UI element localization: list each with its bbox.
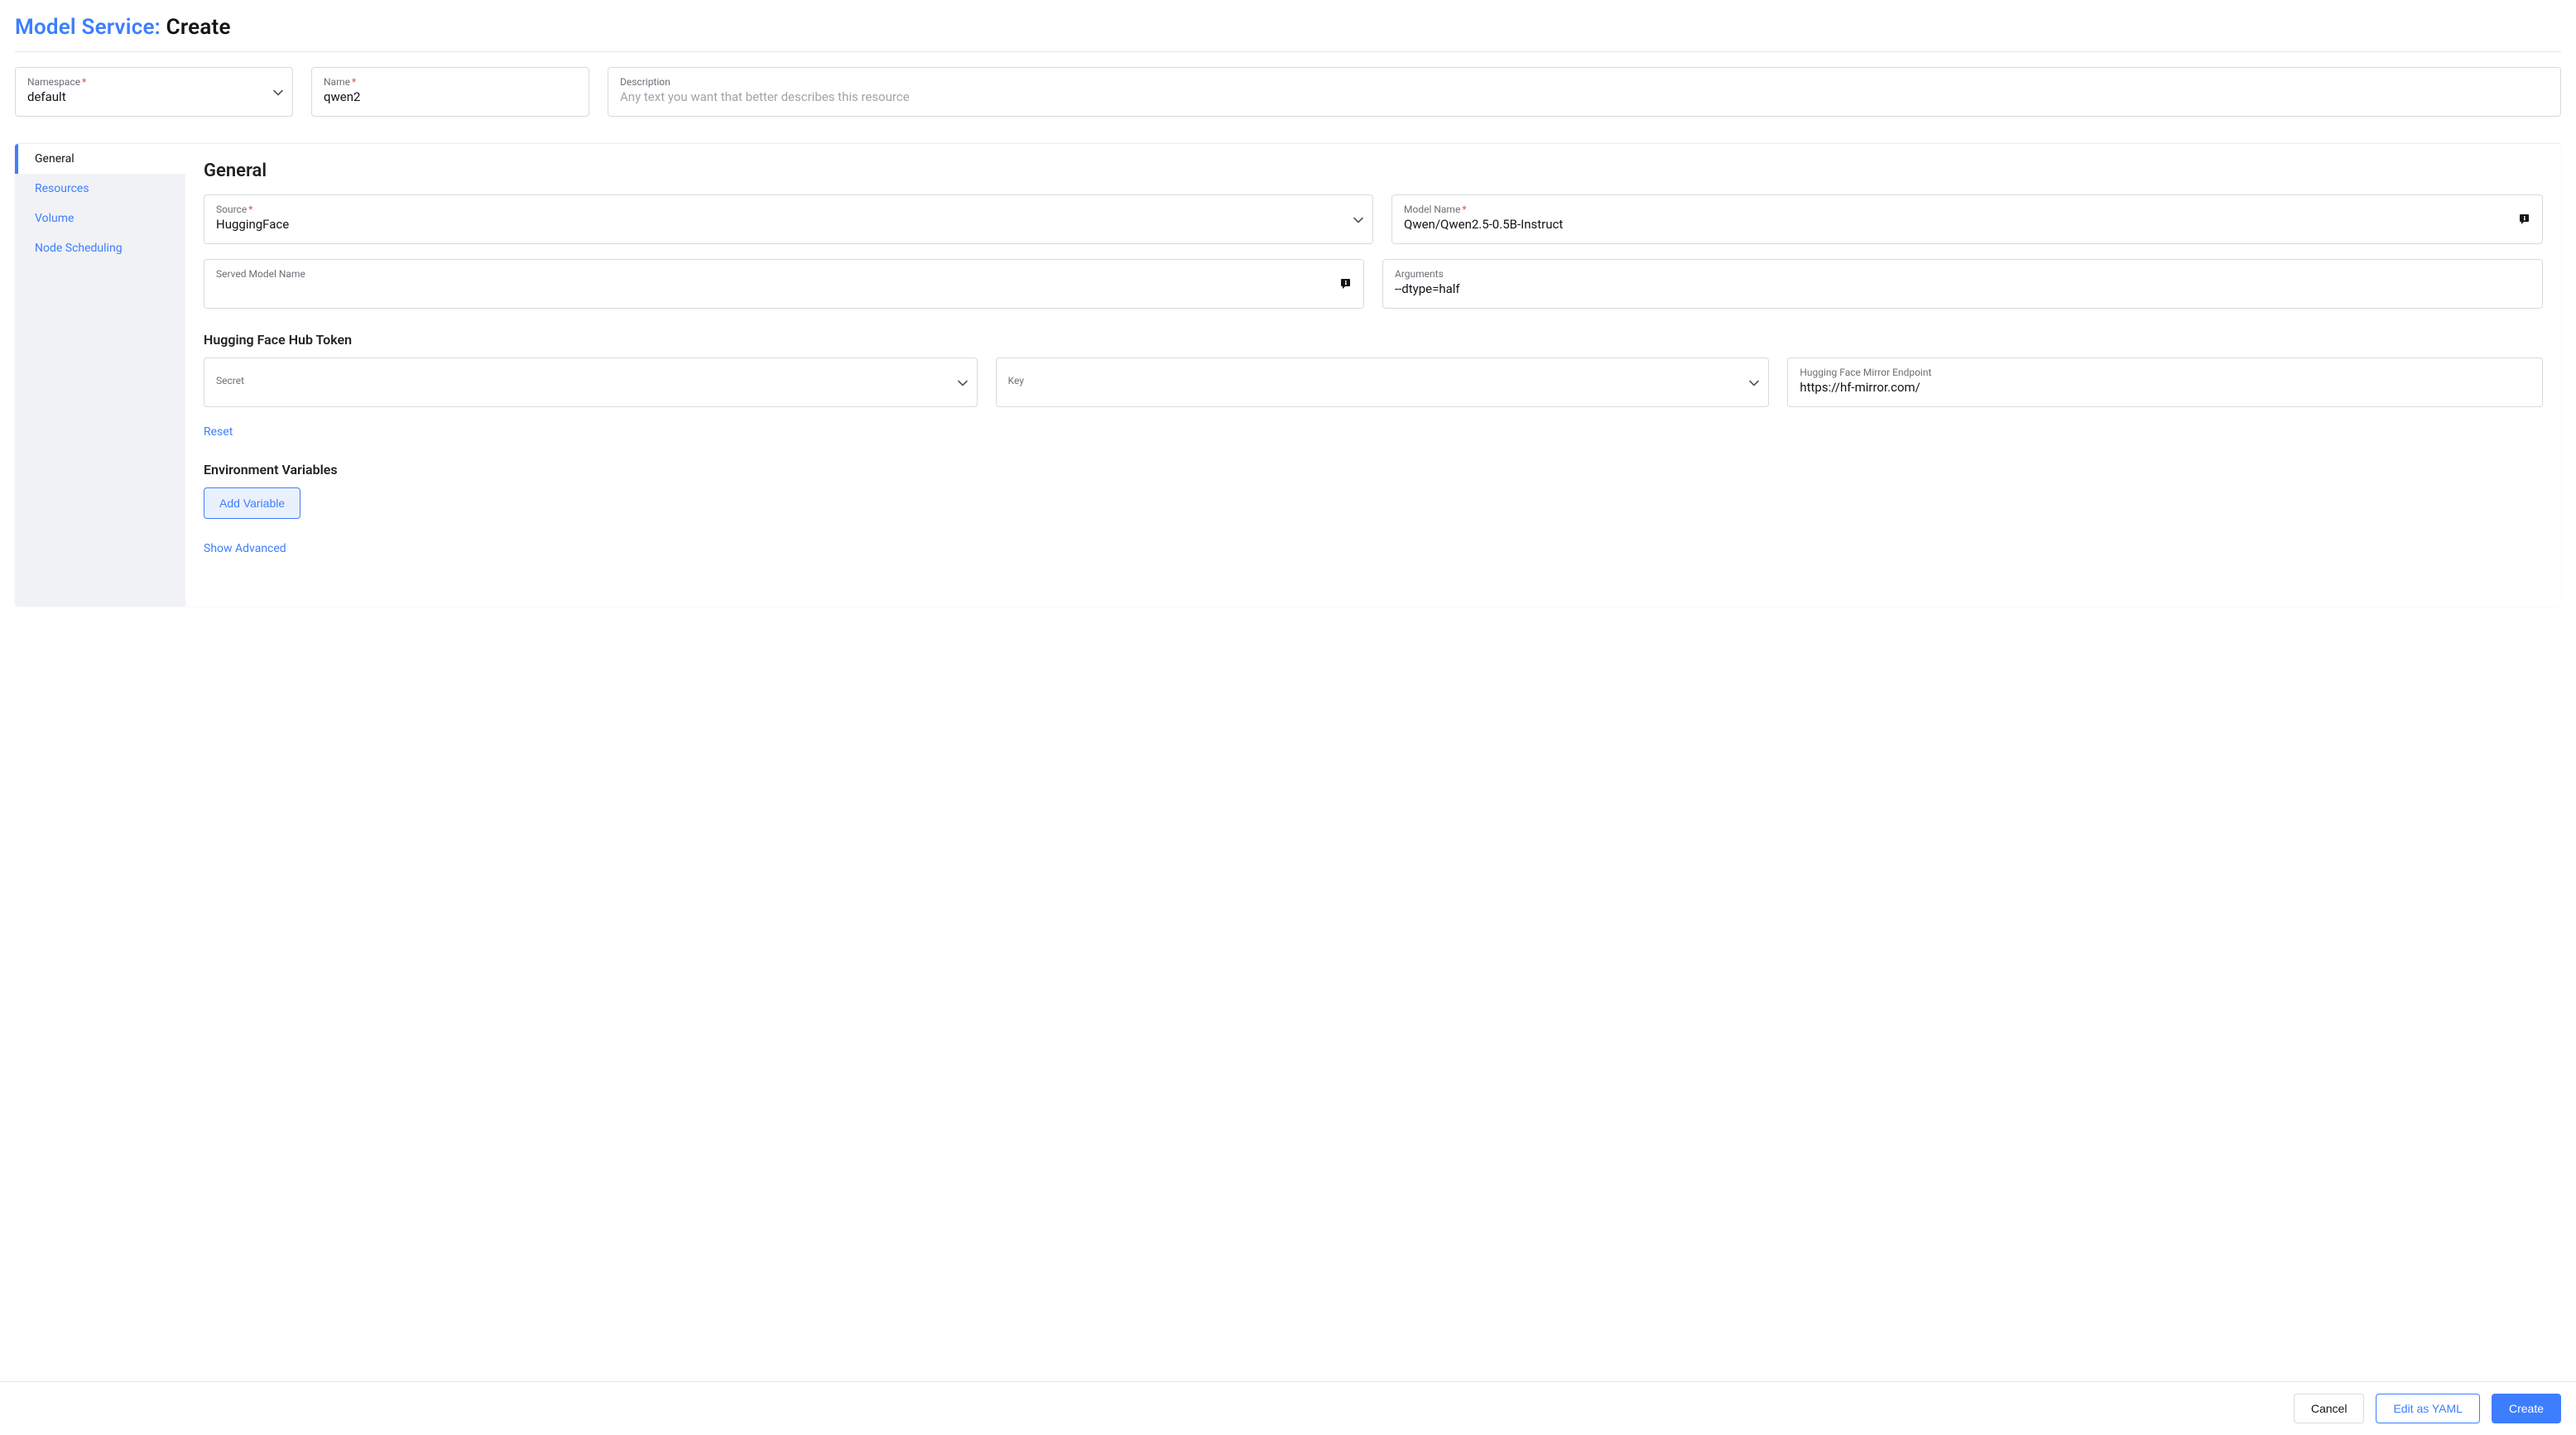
tab-volume[interactable]: Volume [15,204,185,233]
tabs-sidebar: General Resources Volume Node Scheduling [15,144,185,607]
reset-link[interactable]: Reset [204,425,233,439]
hf-mirror-field[interactable]: Hugging Face Mirror Endpoint [1787,358,2543,407]
edit-yaml-button[interactable]: Edit as YAML [2376,1394,2480,1423]
hf-mirror-label: Hugging Face Mirror Endpoint [1800,367,2530,378]
model-name-field[interactable]: Model Name* [1391,194,2543,244]
arguments-field[interactable]: Arguments [1382,259,2543,309]
footer-bar: Cancel Edit as YAML Create [0,1381,2576,1435]
source-select[interactable]: Source* HuggingFace [204,194,1373,244]
tab-content: General Source* HuggingFace Model Name* … [185,144,2561,607]
chevron-down-icon [273,88,281,96]
model-name-input[interactable] [1404,217,2530,233]
breadcrumb-current: Create [166,15,231,40]
divider [15,51,2561,52]
model-name-label: Model Name* [1404,204,2530,215]
description-label: Description [620,76,2549,88]
hf-token-title: Hugging Face Hub Token [204,332,2543,348]
show-advanced-link[interactable]: Show Advanced [204,542,286,555]
arguments-label: Arguments [1395,268,2530,280]
tab-resources[interactable]: Resources [15,174,185,204]
info-icon[interactable] [2519,213,2532,226]
hf-mirror-input[interactable] [1800,380,2530,396]
add-variable-button[interactable]: Add Variable [204,487,300,519]
secret-label: Secret [216,375,947,386]
key-label: Key [1008,375,1739,386]
chevron-down-icon [1749,378,1757,386]
served-model-name-input[interactable] [216,281,1352,298]
source-value: HuggingFace [216,217,1343,233]
secret-select[interactable]: Secret [204,358,978,407]
info-icon[interactable] [1340,277,1353,290]
description-field[interactable]: Description [608,67,2561,117]
namespace-select[interactable]: Namespace* default [15,67,293,117]
section-title-general: General [204,161,2543,181]
name-input[interactable] [324,89,577,106]
create-button[interactable]: Create [2492,1394,2561,1423]
served-model-name-field[interactable]: Served Model Name [204,259,1364,309]
description-input[interactable] [620,89,2549,106]
page-title: Model Service: Create [15,15,2561,40]
key-select[interactable]: Key [996,358,1770,407]
chevron-down-icon [958,378,966,386]
name-label: Name* [324,76,577,88]
source-label: Source* [216,204,1343,215]
arguments-input[interactable] [1395,281,2530,298]
namespace-value: default [27,89,262,106]
chevron-down-icon [1353,215,1362,223]
env-vars-title: Environment Variables [204,462,2543,478]
breadcrumb-model-service[interactable]: Model Service: [15,15,161,40]
tabbed-panel: General Resources Volume Node Scheduling… [15,143,2561,607]
tab-node-scheduling[interactable]: Node Scheduling [15,233,185,263]
namespace-label: Namespace* [27,76,262,88]
served-model-name-label: Served Model Name [216,268,1352,280]
tab-general[interactable]: General [15,144,185,174]
cancel-button[interactable]: Cancel [2294,1394,2365,1423]
name-field[interactable]: Name* [311,67,589,117]
